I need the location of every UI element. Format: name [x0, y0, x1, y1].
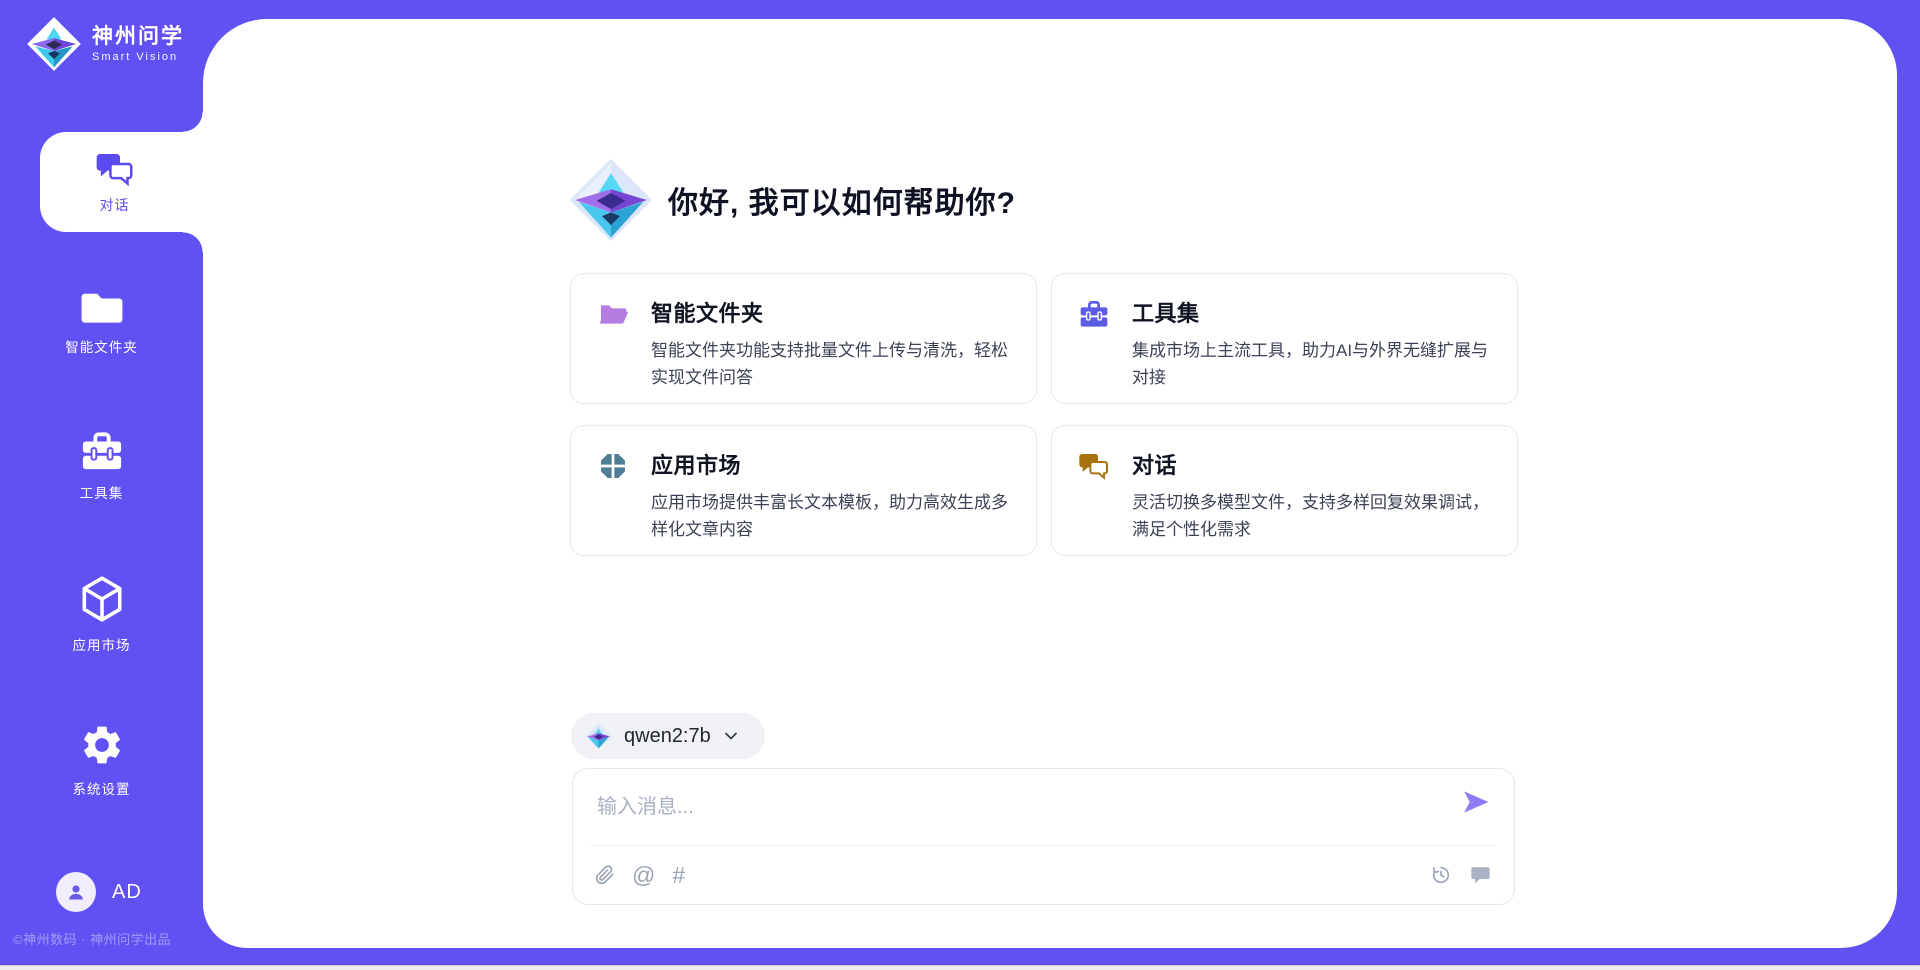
composer-divider — [591, 845, 1496, 846]
chat-bubbles-icon — [95, 150, 135, 188]
sidebar-item-toolset-label: 工具集 — [80, 482, 124, 502]
hashtag-icon: # — [672, 862, 685, 889]
toolbox-icon — [1078, 298, 1110, 330]
tab-fillet-bottom — [183, 232, 203, 252]
card-app-market[interactable]: 应用市场 应用市场提供丰富长文本模板，助力高效生成多样化文章内容 — [570, 425, 1037, 556]
model-diamond-icon — [585, 723, 612, 750]
user-name: AD — [112, 881, 142, 904]
card-title: 工具集 — [1132, 296, 1504, 328]
brand-text: 神州问学 Smart Vision — [92, 25, 184, 63]
chat-bubble-icon — [1469, 864, 1492, 886]
sidebar-item-app-market[interactable]: 应用市场 — [0, 574, 203, 654]
assistant-diamond-icon — [568, 157, 654, 243]
model-selector[interactable]: qwen2:7b — [571, 713, 765, 759]
card-smart-folder[interactable]: 智能文件夹 智能文件夹功能支持批量文件上传与清洗，轻松实现文件问答 — [570, 273, 1037, 404]
mention-icon: @ — [632, 862, 655, 889]
gear-icon — [79, 722, 125, 768]
card-title: 对话 — [1132, 448, 1504, 480]
sidebar-item-smart-folder-label: 智能文件夹 — [65, 336, 138, 356]
brand: 神州问学 Smart Vision — [26, 16, 184, 72]
card-title: 应用市场 — [651, 448, 1023, 480]
user-profile[interactable]: AD — [56, 872, 142, 912]
history-button[interactable] — [1430, 864, 1452, 886]
sidebar: 神州问学 Smart Vision 对话 智能文件夹 — [0, 0, 203, 970]
card-toolset[interactable]: 工具集 集成市场上主流工具，助力AI与外界无缝扩展与对接 — [1051, 273, 1518, 404]
sidebar-item-settings[interactable]: 系统设置 — [0, 722, 203, 798]
attachment-button[interactable] — [595, 864, 615, 886]
card-description: 灵活切换多模型文件，支持多样回复效果调试，满足个性化需求 — [1132, 489, 1504, 543]
sidebar-item-settings-label: 系统设置 — [73, 778, 131, 798]
card-chat[interactable]: 对话 灵活切换多模型文件，支持多样回复效果调试，满足个性化需求 — [1051, 425, 1518, 556]
bottom-scrollbar-strip[interactable] — [0, 965, 1920, 970]
paperclip-icon — [595, 864, 615, 886]
sidebar-item-chat-label: 对话 — [100, 195, 130, 215]
quick-reply-button[interactable] — [1469, 864, 1492, 886]
send-icon — [1461, 787, 1491, 817]
sidebar-item-smart-folder[interactable]: 智能文件夹 — [0, 288, 203, 356]
folder-open-icon — [597, 298, 629, 330]
message-composer: @ # — [572, 768, 1515, 905]
mention-button[interactable]: @ — [632, 862, 655, 889]
message-input[interactable] — [597, 787, 1437, 827]
copyright-text: ©神州数码 · 神州问学出品 — [13, 929, 203, 948]
card-description: 集成市场上主流工具，助力AI与外界无缝扩展与对接 — [1132, 337, 1504, 391]
history-icon — [1430, 864, 1452, 886]
avatar — [56, 872, 96, 912]
app-root: 神州问学 Smart Vision 对话 智能文件夹 — [0, 0, 1920, 970]
folder-icon — [79, 288, 125, 326]
brand-name: 神州问学 — [92, 25, 184, 49]
sidebar-item-app-market-label: 应用市场 — [73, 634, 131, 654]
grid-cube-icon — [597, 450, 629, 482]
hashtag-button[interactable]: # — [672, 862, 685, 889]
brand-diamond-icon — [26, 16, 82, 72]
toolbox-icon — [79, 430, 125, 472]
composer-tools-right — [1430, 846, 1492, 904]
person-icon — [64, 880, 88, 904]
composer-tools-left: @ # — [595, 846, 685, 904]
main-content: 你好, 我可以如何帮助你? 智能文件夹 智能文件夹功能支持批量文件上传与清洗，轻… — [203, 19, 1897, 948]
card-body: 智能文件夹 智能文件夹功能支持批量文件上传与清洗，轻松实现文件问答 — [651, 296, 1023, 403]
card-description: 智能文件夹功能支持批量文件上传与清洗，轻松实现文件问答 — [651, 337, 1023, 391]
card-body: 工具集 集成市场上主流工具，助力AI与外界无缝扩展与对接 — [1132, 296, 1504, 403]
card-body: 对话 灵活切换多模型文件，支持多样回复效果调试，满足个性化需求 — [1132, 448, 1504, 555]
cube-icon — [77, 574, 127, 624]
feature-cards: 智能文件夹 智能文件夹功能支持批量文件上传与清洗，轻松实现文件问答 工具集 集成… — [570, 273, 1518, 556]
brand-subtitle: Smart Vision — [92, 51, 184, 63]
chat-bubbles-icon — [1078, 450, 1110, 482]
sidebar-item-chat[interactable]: 对话 — [40, 132, 203, 232]
card-description: 应用市场提供丰富长文本模板，助力高效生成多样化文章内容 — [651, 489, 1023, 543]
card-body: 应用市场 应用市场提供丰富长文本模板，助力高效生成多样化文章内容 — [651, 448, 1023, 555]
greeting-title: 你好, 我可以如何帮助你? — [668, 178, 1016, 222]
model-name: qwen2:7b — [624, 725, 711, 748]
tab-fillet-top — [183, 112, 203, 132]
chevron-down-icon — [723, 728, 739, 744]
card-title: 智能文件夹 — [651, 296, 1023, 328]
greeting: 你好, 我可以如何帮助你? — [568, 157, 1016, 243]
send-button[interactable] — [1460, 787, 1492, 819]
sidebar-item-toolset[interactable]: 工具集 — [0, 430, 203, 502]
